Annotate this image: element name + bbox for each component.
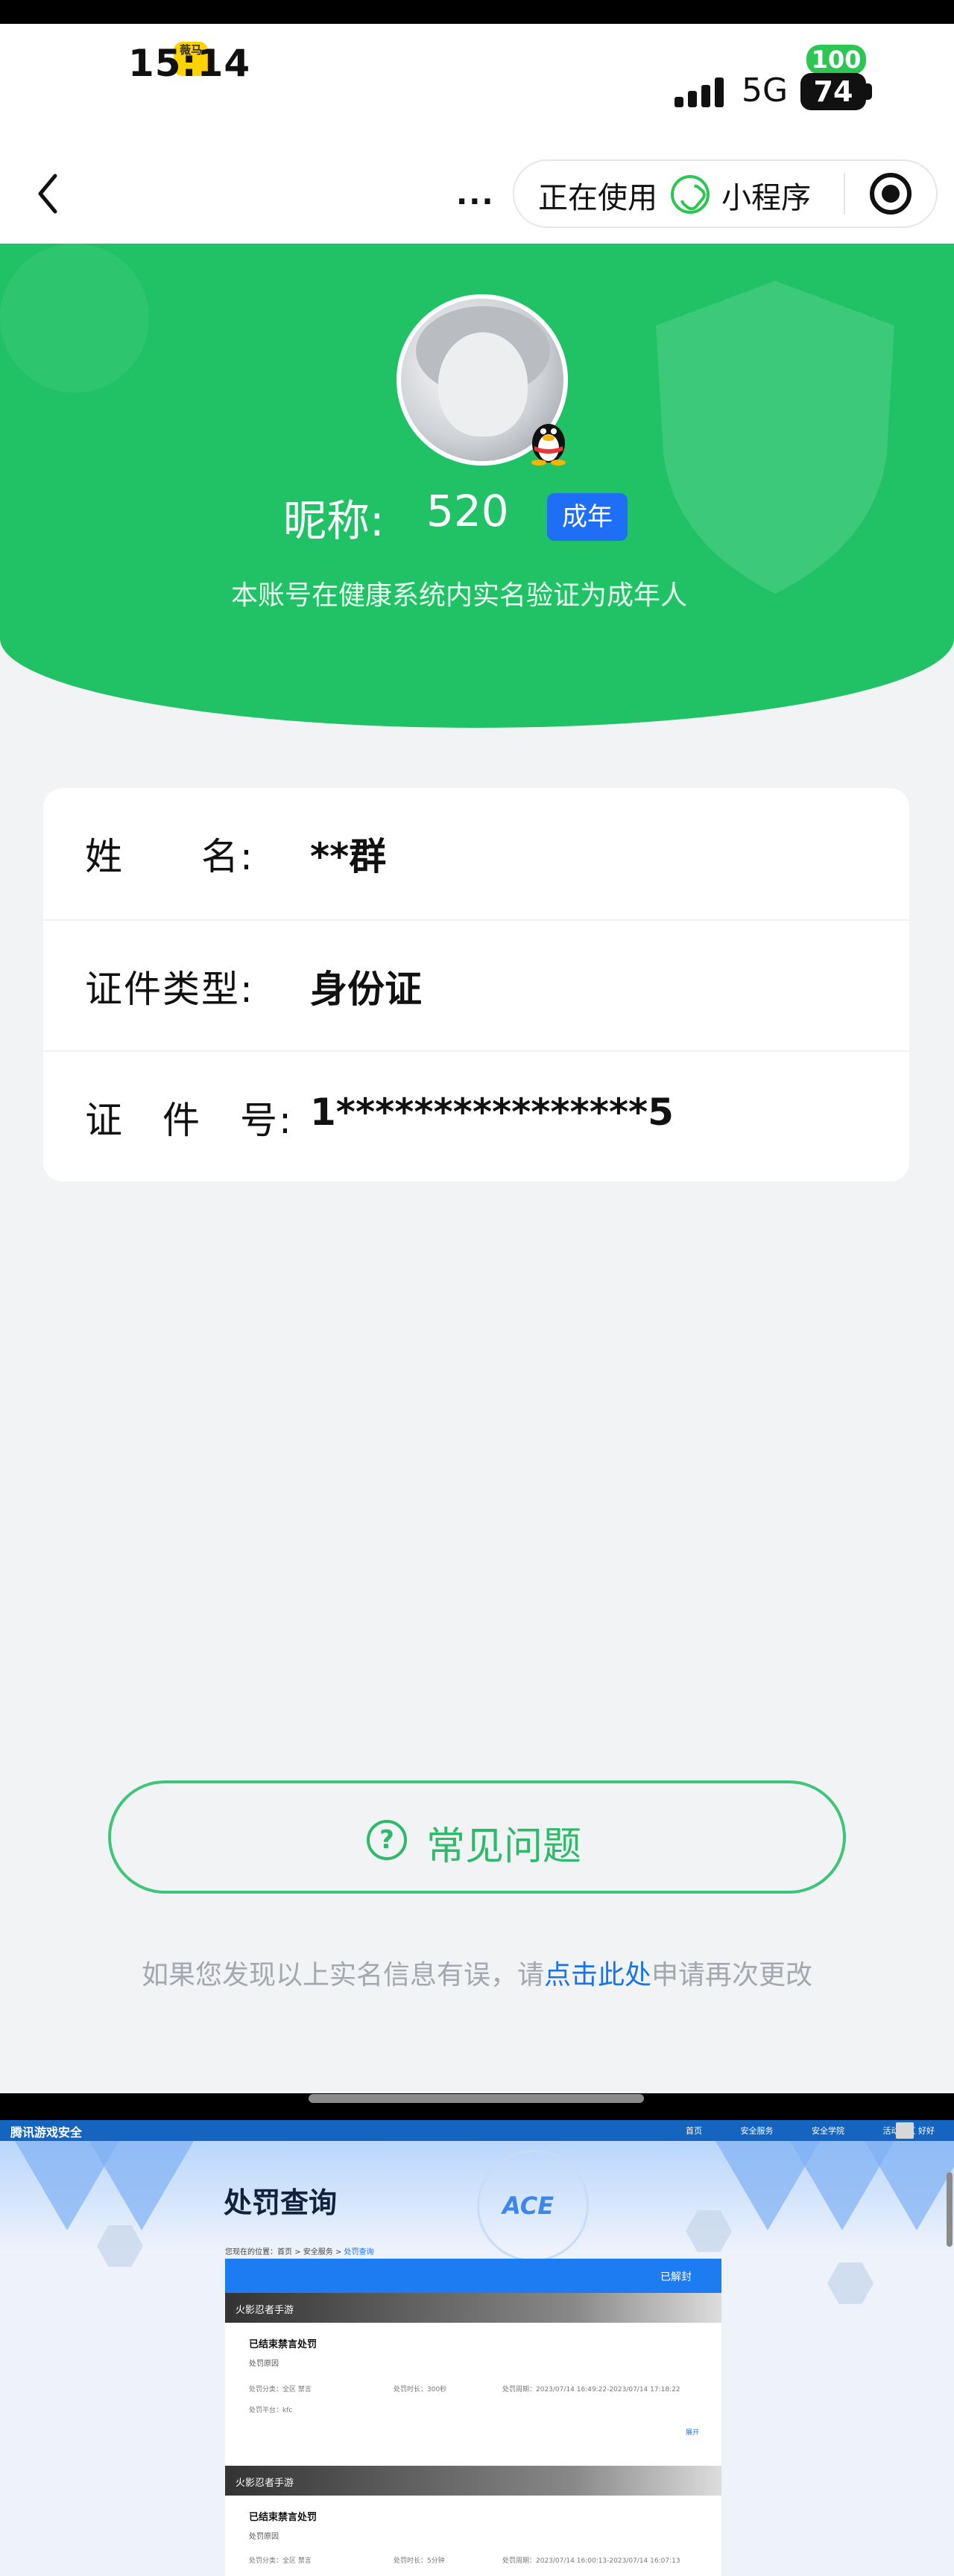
penalty-query-title: 处罚查询 (224, 2186, 338, 2219)
game-name: 火影忍者手游 (236, 2478, 294, 2489)
id-number-row: 证 件 号: 1****************5 (43, 1050, 909, 1181)
status-time: 15:14 (128, 42, 251, 85)
question-icon: ? (367, 1820, 407, 1860)
faq-label: 常见问题 (426, 1824, 582, 1869)
id-number-label: 证 件 号: (85, 1099, 293, 1142)
game-band-2: 火影忍者手游 (225, 2466, 721, 2496)
nav-link-service[interactable]: 安全服务 (741, 2126, 774, 2136)
penalty-period: 处罚周期：2023/07/14 16:00:13-2023/07/14 16:0… (502, 2557, 680, 2565)
penalty-query-screenshot: 腾讯游戏安全 首页 安全服务 安全学院 活动专区 好好 ACE 处罚查询 您现在… (0, 2120, 954, 2576)
real-name-info-card: 姓 名: **群 证件类型: 身份证 证 件 号: 1*************… (43, 788, 909, 1181)
nickname-value: 520 (426, 486, 509, 536)
site-logo: 腾讯游戏安全 (10, 2125, 83, 2139)
panel-status[interactable]: 已解封 (660, 2269, 692, 2284)
signal-icon (675, 77, 727, 107)
correction-text-before: 如果您发现以上实名信息有误，请 (141, 1960, 544, 1990)
capsule-mini-program-label: 小程序 (721, 181, 811, 215)
hero-decoration (0, 244, 149, 393)
breadcrumb: 您现在的位置：首页 > 安全服务 > 处罚查询 (225, 2245, 373, 2256)
name-value: **群 (310, 835, 387, 878)
battery-cap (866, 83, 872, 100)
penalty-record-panel: 已解封 火影忍者手游 已结束禁言处罚 处罚原因 处罚分类：全区 禁言 处罚时长：… (225, 2259, 721, 2576)
verification-description: 本账号在健康系统内实名验证为成年人 (231, 580, 688, 611)
penalty-duration: 处罚时长：5分钟 (394, 2557, 445, 2565)
battery-level-badge: 100 (806, 45, 866, 74)
id-type-label: 证件类型: (85, 968, 254, 1011)
nav-link-home[interactable]: 首页 (686, 2126, 702, 2136)
correction-note: 如果您发现以上实名信息有误，请点击此处申请再次更改 (0, 1953, 954, 1992)
site-user-avatar[interactable] (896, 2122, 914, 2139)
id-type-value: 身份证 (310, 968, 422, 1011)
breadcrumb-path[interactable]: 您现在的位置：首页 > 安全服务 > (225, 2248, 344, 2256)
penalty-category: 处罚分类：全区 禁言 (249, 2557, 312, 2565)
network-type: 5G (742, 72, 789, 110)
battery-icon: 74 (800, 73, 866, 110)
game-band-1: 火影忍者手游 (225, 2293, 721, 2323)
panel-header: 已解封 (225, 2259, 721, 2293)
breadcrumb-current: 处罚查询 (344, 2248, 374, 2256)
case-reason-label: 处罚原因 (249, 2533, 279, 2541)
game-name: 火影忍者手游 (236, 2305, 294, 2316)
more-icon[interactable]: ... (456, 177, 495, 212)
site-user-name[interactable]: 好好 (918, 2125, 935, 2136)
case-reason-label: 处罚原因 (249, 2360, 279, 2368)
correction-link[interactable]: 点击此处 (544, 1960, 651, 1990)
penalty-category: 处罚分类：全区 禁言 (249, 2386, 312, 2393)
correction-text-after: 申请再次更改 (651, 1960, 813, 1990)
name-label: 姓 名: (85, 835, 254, 878)
home-indicator (309, 2094, 644, 2103)
case-title: 已结束禁言处罚 (249, 2339, 318, 2350)
qq-penguin-icon (525, 413, 572, 466)
adult-badge: 成年 (547, 493, 628, 541)
penalty-duration: 处罚时长：300秒 (394, 2386, 447, 2393)
ace-logo: ACE (502, 2192, 555, 2220)
nickname-label: 昵称: (283, 495, 385, 546)
expand-link[interactable]: 展开 (686, 2427, 699, 2437)
name-row: 姓 名: **群 (43, 788, 909, 919)
scrollbar[interactable] (947, 2172, 953, 2247)
mini-program-icon (671, 175, 710, 214)
penalty-platform: 处罚平台：kfc (249, 2407, 293, 2414)
capsule-in-use-label: 正在使用 (538, 181, 657, 215)
case-title: 已结束禁言处罚 (249, 2512, 318, 2523)
back-icon[interactable] (30, 170, 66, 218)
top-black-bar (0, 0, 954, 24)
penalty-period: 处罚周期：2023/07/14 16:49:22-2023/07/14 17:1… (502, 2386, 680, 2393)
close-target-icon[interactable] (870, 173, 912, 215)
capsule-divider (844, 173, 845, 215)
id-type-row: 证件类型: 身份证 (43, 919, 909, 1050)
shield-watermark-icon (656, 281, 894, 594)
id-number-value: 1****************5 (310, 1091, 674, 1134)
nav-link-academy[interactable]: 安全学院 (812, 2126, 844, 2136)
